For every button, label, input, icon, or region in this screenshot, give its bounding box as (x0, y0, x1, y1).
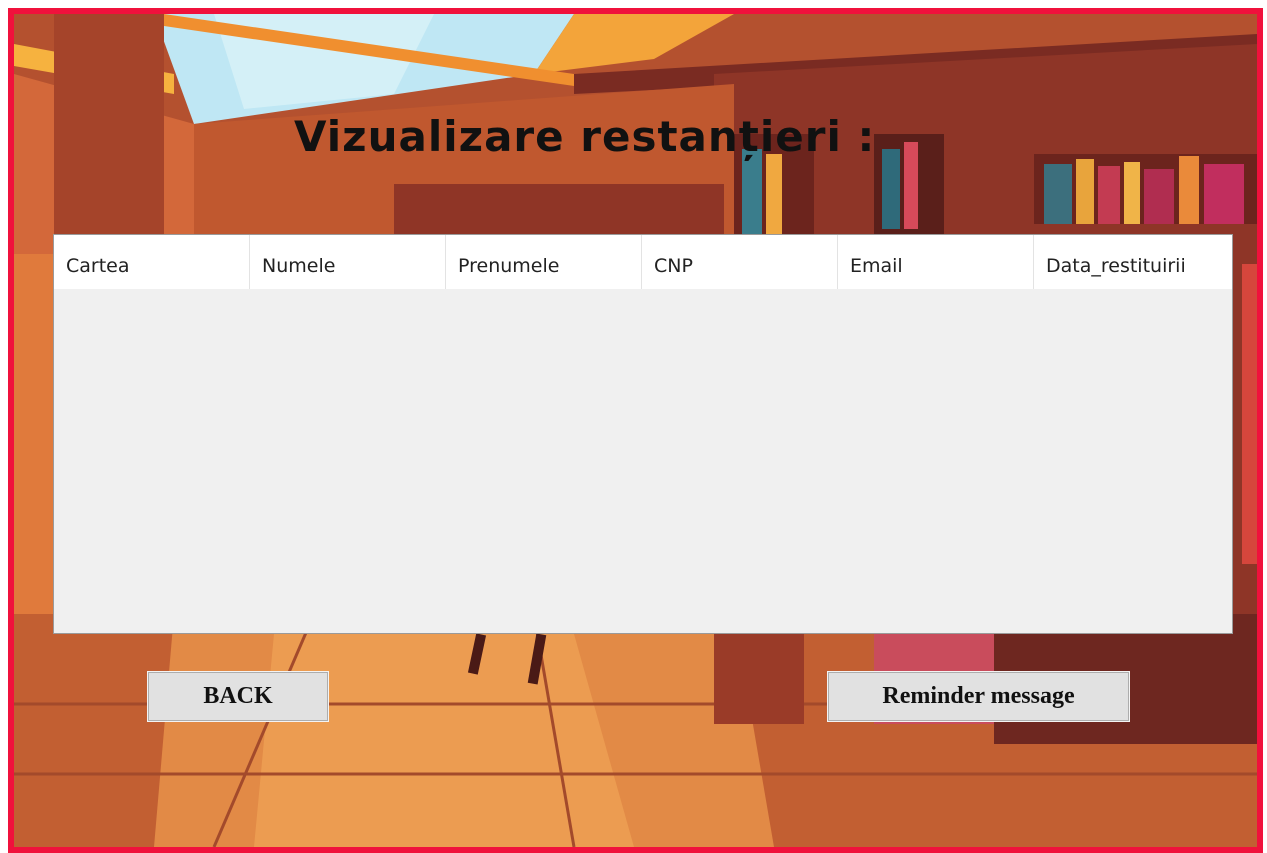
column-header-email[interactable]: Email (838, 235, 1034, 289)
column-header-prenumele[interactable]: Prenumele (446, 235, 642, 289)
column-header-numele[interactable]: Numele (250, 235, 446, 289)
overdue-table[interactable]: Cartea Numele Prenumele CNP Email Data_r… (53, 234, 1233, 634)
column-header-cnp[interactable]: CNP (642, 235, 838, 289)
page-title: Vizualizare restanțieri : (294, 112, 876, 161)
table-body[interactable] (54, 289, 1232, 633)
reminder-message-button[interactable]: Reminder message (827, 671, 1130, 722)
app-window: Vizualizare restanțieri : Cartea Numele … (8, 8, 1263, 853)
column-header-data-restituirii[interactable]: Data_restituirii (1034, 235, 1232, 289)
table-header-row: Cartea Numele Prenumele CNP Email Data_r… (54, 235, 1232, 289)
column-header-cartea[interactable]: Cartea (54, 235, 250, 289)
back-button[interactable]: BACK (147, 671, 329, 722)
